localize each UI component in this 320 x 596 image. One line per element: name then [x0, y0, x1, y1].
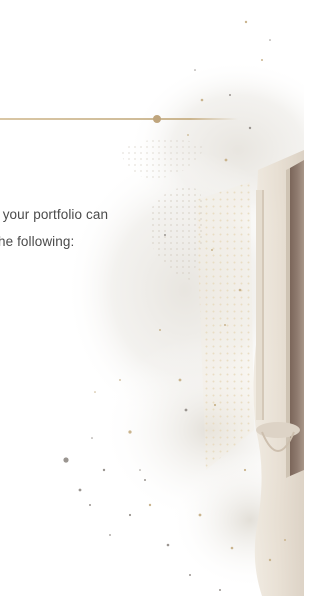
body-text-line-1: f your portfolio can	[0, 207, 109, 222]
wall-panel-edge	[262, 190, 264, 420]
watercolor-artwork	[63, 20, 304, 596]
gold-divider-dot	[153, 115, 161, 123]
body-text-line-2: he following:	[0, 234, 75, 249]
page: f your portfolio can he following:	[0, 0, 304, 596]
wall-panel	[256, 190, 262, 420]
gold-divider-line	[0, 118, 238, 120]
